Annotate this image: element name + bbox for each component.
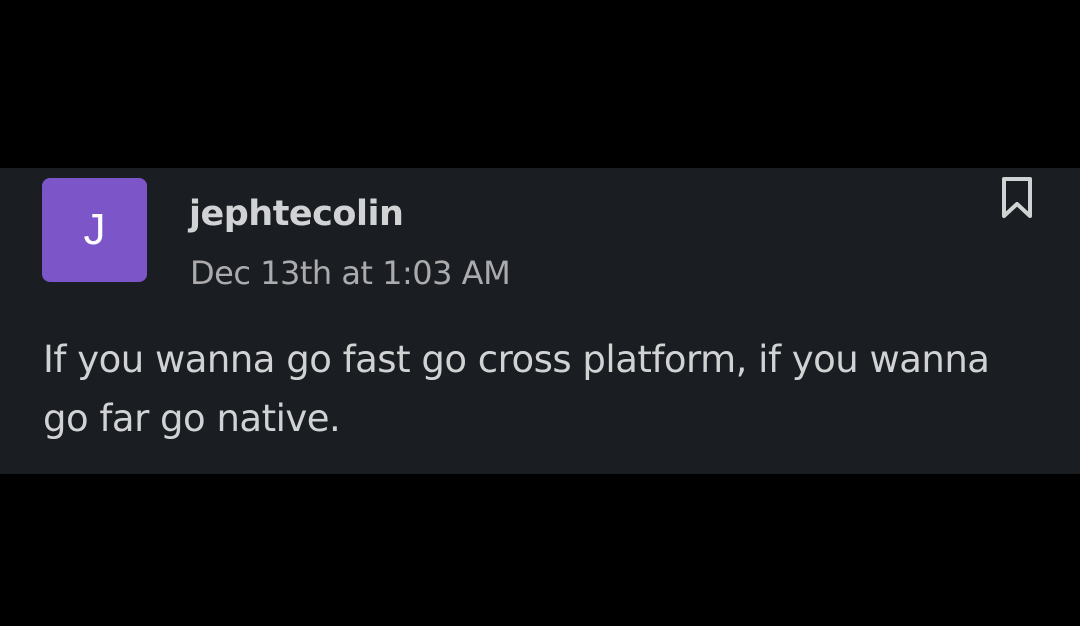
author-name[interactable]: jephtecolin: [189, 190, 404, 238]
bookmark-icon: [1002, 177, 1032, 218]
message-timestamp[interactable]: Dec 13th at 1:03 AM: [190, 250, 511, 296]
avatar[interactable]: J: [42, 178, 147, 282]
bookmark-button[interactable]: [995, 174, 1039, 222]
avatar-initial: J: [83, 205, 106, 254]
message-text: If you wanna go fast go cross platform, …: [43, 338, 990, 440]
message-item: J jephtecolin Dec 13th at 1:03 AM If you…: [0, 168, 1080, 474]
